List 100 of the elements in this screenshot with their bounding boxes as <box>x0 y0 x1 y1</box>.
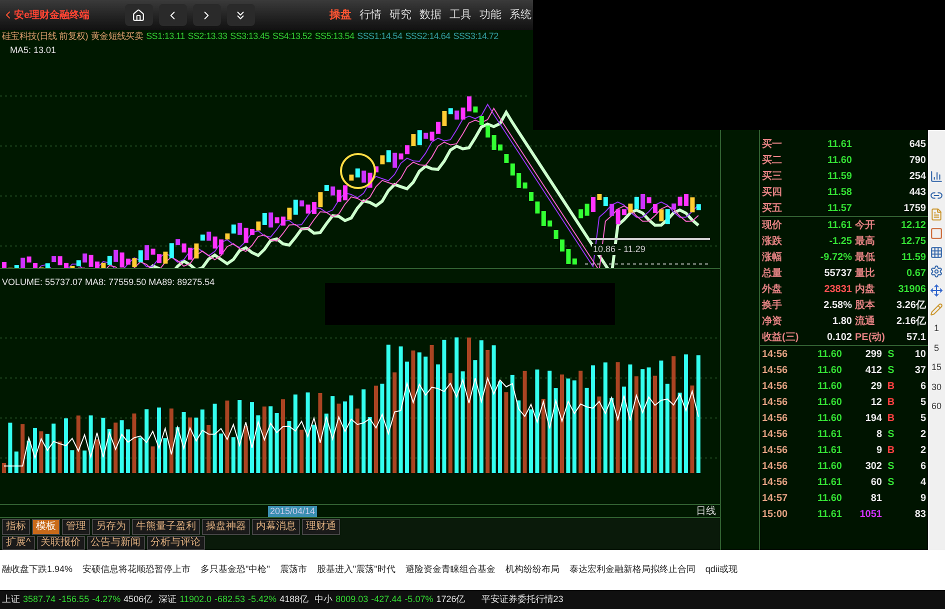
news-headline[interactable]: 避险资金青睐组合基金 <box>405 563 496 577</box>
indicator-value: SS1:13.11 <box>146 30 185 44</box>
square-icon[interactable] <box>930 227 943 240</box>
period-button[interactable]: 5 <box>934 342 939 355</box>
index-amount: 4506亿 <box>124 592 153 606</box>
tab[interactable]: 内幕消息 <box>252 518 300 534</box>
bid-label: 买二 <box>762 154 783 168</box>
tab[interactable]: 分析与评论 <box>146 536 205 550</box>
trade-volume: 8 <box>875 428 882 442</box>
menu-item[interactable]: 操盘 <box>330 6 352 24</box>
trade-side: S <box>886 460 896 474</box>
period-button[interactable]: 30 <box>931 380 942 394</box>
stat-value: 2.58% <box>822 298 852 312</box>
indicator-value: SSS1:14.54 <box>357 30 402 44</box>
stat-value: 23831 <box>823 282 852 296</box>
news-headline[interactable]: 震荡市 <box>280 563 307 577</box>
news-headline[interactable]: 融收盘下跌1.94% <box>2 563 73 577</box>
news-headline[interactable]: 泰达宏利金融新格局拟终止合同 <box>569 563 696 577</box>
trade-count: 9 <box>920 492 926 506</box>
grid-icon[interactable] <box>930 246 943 259</box>
highlight-circle <box>340 153 376 189</box>
index-name: 深证 <box>158 592 177 606</box>
indicator-value: SS3:13.45 <box>230 30 270 44</box>
trade-volume: 1051 <box>858 508 882 522</box>
tab[interactable]: 另存为 <box>92 518 130 534</box>
move-icon[interactable] <box>930 284 943 297</box>
news-headline[interactable]: 机构纷纷布局 <box>505 563 560 577</box>
trade-side: B <box>886 396 896 410</box>
trade-volume: 12 <box>870 396 882 410</box>
trade-time: 14:56 <box>762 412 789 426</box>
trade-time: 14:57 <box>762 492 789 506</box>
tab[interactable]: 牛熊量子盈利 <box>132 518 200 534</box>
period-button[interactable]: 1 <box>934 322 939 336</box>
tab[interactable]: 理财通 <box>302 518 340 534</box>
tab[interactable]: 指标 <box>2 518 30 534</box>
index-value: 11902.0 <box>180 592 212 606</box>
menu-item[interactable]: 功能 <box>480 6 502 24</box>
stat-value: 12.75 <box>900 234 926 248</box>
trade-time: 14:56 <box>762 348 789 362</box>
stock-title: 硅宝科技(日线 前复权) <box>2 30 88 44</box>
trade-time: 14:56 <box>762 444 789 458</box>
news-headline[interactable]: 安硕信息将花顺恐暂停上市 <box>82 563 191 577</box>
bid-volume: 1759 <box>904 202 926 216</box>
index-percent: -4.27% <box>92 592 121 606</box>
ma-label: MA5: 13.01 <box>9 44 58 56</box>
period-label[interactable]: 日线 <box>696 504 716 518</box>
trade-price: 11.61 <box>816 428 842 442</box>
trade-side: S <box>886 348 896 362</box>
tab[interactable]: 公告与新闻 <box>86 536 145 550</box>
stat-label: 外盘 <box>762 282 783 296</box>
trade-count: 4 <box>920 476 926 490</box>
indicator-value: SSS3:14.72 <box>453 30 498 44</box>
menu-item[interactable]: 数据 <box>420 6 442 24</box>
trade-count: 2 <box>920 444 926 458</box>
index-change: -427.44 <box>371 592 402 606</box>
trade-volume: 302 <box>864 460 882 474</box>
tab[interactable]: 操盘神器 <box>202 518 250 534</box>
menu-item[interactable]: 研究 <box>390 6 412 24</box>
tab[interactable]: 关联报价 <box>36 536 85 550</box>
volume-header: VOLUME: 55737.07 MA8: 77559.50 MA89: 89275.54 <box>1 277 216 287</box>
back-button[interactable] <box>158 4 187 26</box>
index-value: 3587.74 <box>23 592 56 606</box>
stat-label: 涨幅 <box>762 250 783 264</box>
indicator-value: SSS2:14.64 <box>405 30 450 44</box>
tab[interactable]: 模板 <box>32 518 60 534</box>
trade-time: 15:00 <box>762 508 789 522</box>
trade-price: 11.60 <box>816 492 842 506</box>
bid-label: 买一 <box>762 138 783 152</box>
bar-chart-icon[interactable] <box>930 170 943 183</box>
trade-price: 11.60 <box>816 348 842 362</box>
broker-name: 平安证券委托行情23 <box>481 592 564 606</box>
period-button[interactable]: 15 <box>931 361 942 374</box>
home-button[interactable] <box>124 4 153 26</box>
expand-button[interactable] <box>226 4 255 26</box>
trade-count: 83 <box>914 508 926 522</box>
news-headline[interactable]: 多只基金恐"中枪" <box>200 563 270 577</box>
tab[interactable]: 扩展^ <box>2 536 35 550</box>
menu-item[interactable]: 行情 <box>360 6 382 24</box>
stat-label: 今开 <box>855 218 875 232</box>
settings-icon[interactable] <box>930 265 943 278</box>
trade-volume: 29 <box>870 380 882 394</box>
menu-item[interactable]: 工具 <box>450 6 472 24</box>
stat-value: 0.67 <box>906 266 926 280</box>
trade-volume: 60 <box>870 476 882 490</box>
news-headline[interactable]: 股基进入"震荡"时代 <box>316 563 396 577</box>
stat-label: 最低 <box>855 250 875 264</box>
bid-price: 11.58 <box>826 186 852 200</box>
bid-label: 买三 <box>762 170 783 184</box>
trade-side: S <box>886 364 896 378</box>
forward-button[interactable] <box>192 4 221 26</box>
trade-price: 11.60 <box>816 460 842 474</box>
trade-side: B <box>886 412 896 426</box>
period-button[interactable]: 60 <box>931 400 942 414</box>
index-percent: -5.07% <box>404 592 434 606</box>
menu-item[interactable]: 系统 <box>510 6 532 24</box>
trade-count: 6 <box>920 460 926 474</box>
news-headline[interactable]: qdii或现 <box>705 563 738 577</box>
indicator-value: SS5:13.54 <box>314 30 354 44</box>
stat-value: 0.102 <box>826 330 852 344</box>
tab[interactable]: 管理 <box>62 518 90 534</box>
